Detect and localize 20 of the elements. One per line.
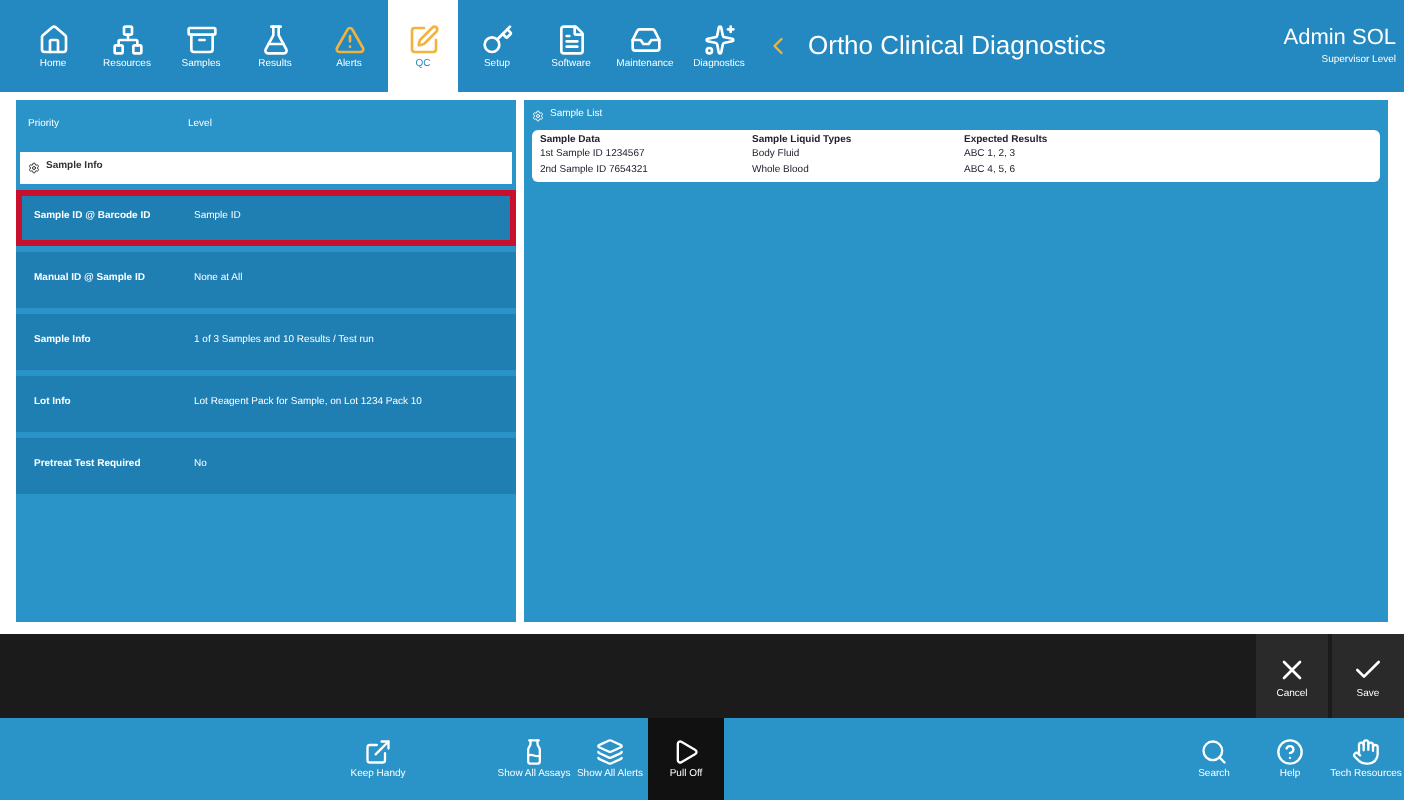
gear-icon: [532, 109, 544, 122]
warning-icon: [333, 23, 365, 55]
edit-icon: [407, 23, 439, 55]
document-icon: [555, 23, 587, 55]
key-icon: [481, 23, 513, 55]
hand-icon: [1352, 738, 1380, 766]
external-link-icon: [364, 738, 392, 766]
tray-icon: [629, 23, 661, 55]
play-icon: [672, 738, 700, 766]
sparkle-icon: [703, 23, 735, 55]
flask-icon: [259, 23, 291, 55]
network-icon: [111, 23, 143, 55]
help-icon: [1276, 738, 1304, 766]
home-icon: [37, 23, 69, 55]
brand-title: Ortho Clinical Diagnostics: [808, 28, 1106, 65]
search-icon: [1200, 738, 1228, 766]
gear-icon: [28, 162, 40, 174]
archive-icon: [185, 23, 217, 55]
user-name: Admin SOL: [1283, 26, 1396, 54]
layers-icon: [596, 738, 624, 766]
